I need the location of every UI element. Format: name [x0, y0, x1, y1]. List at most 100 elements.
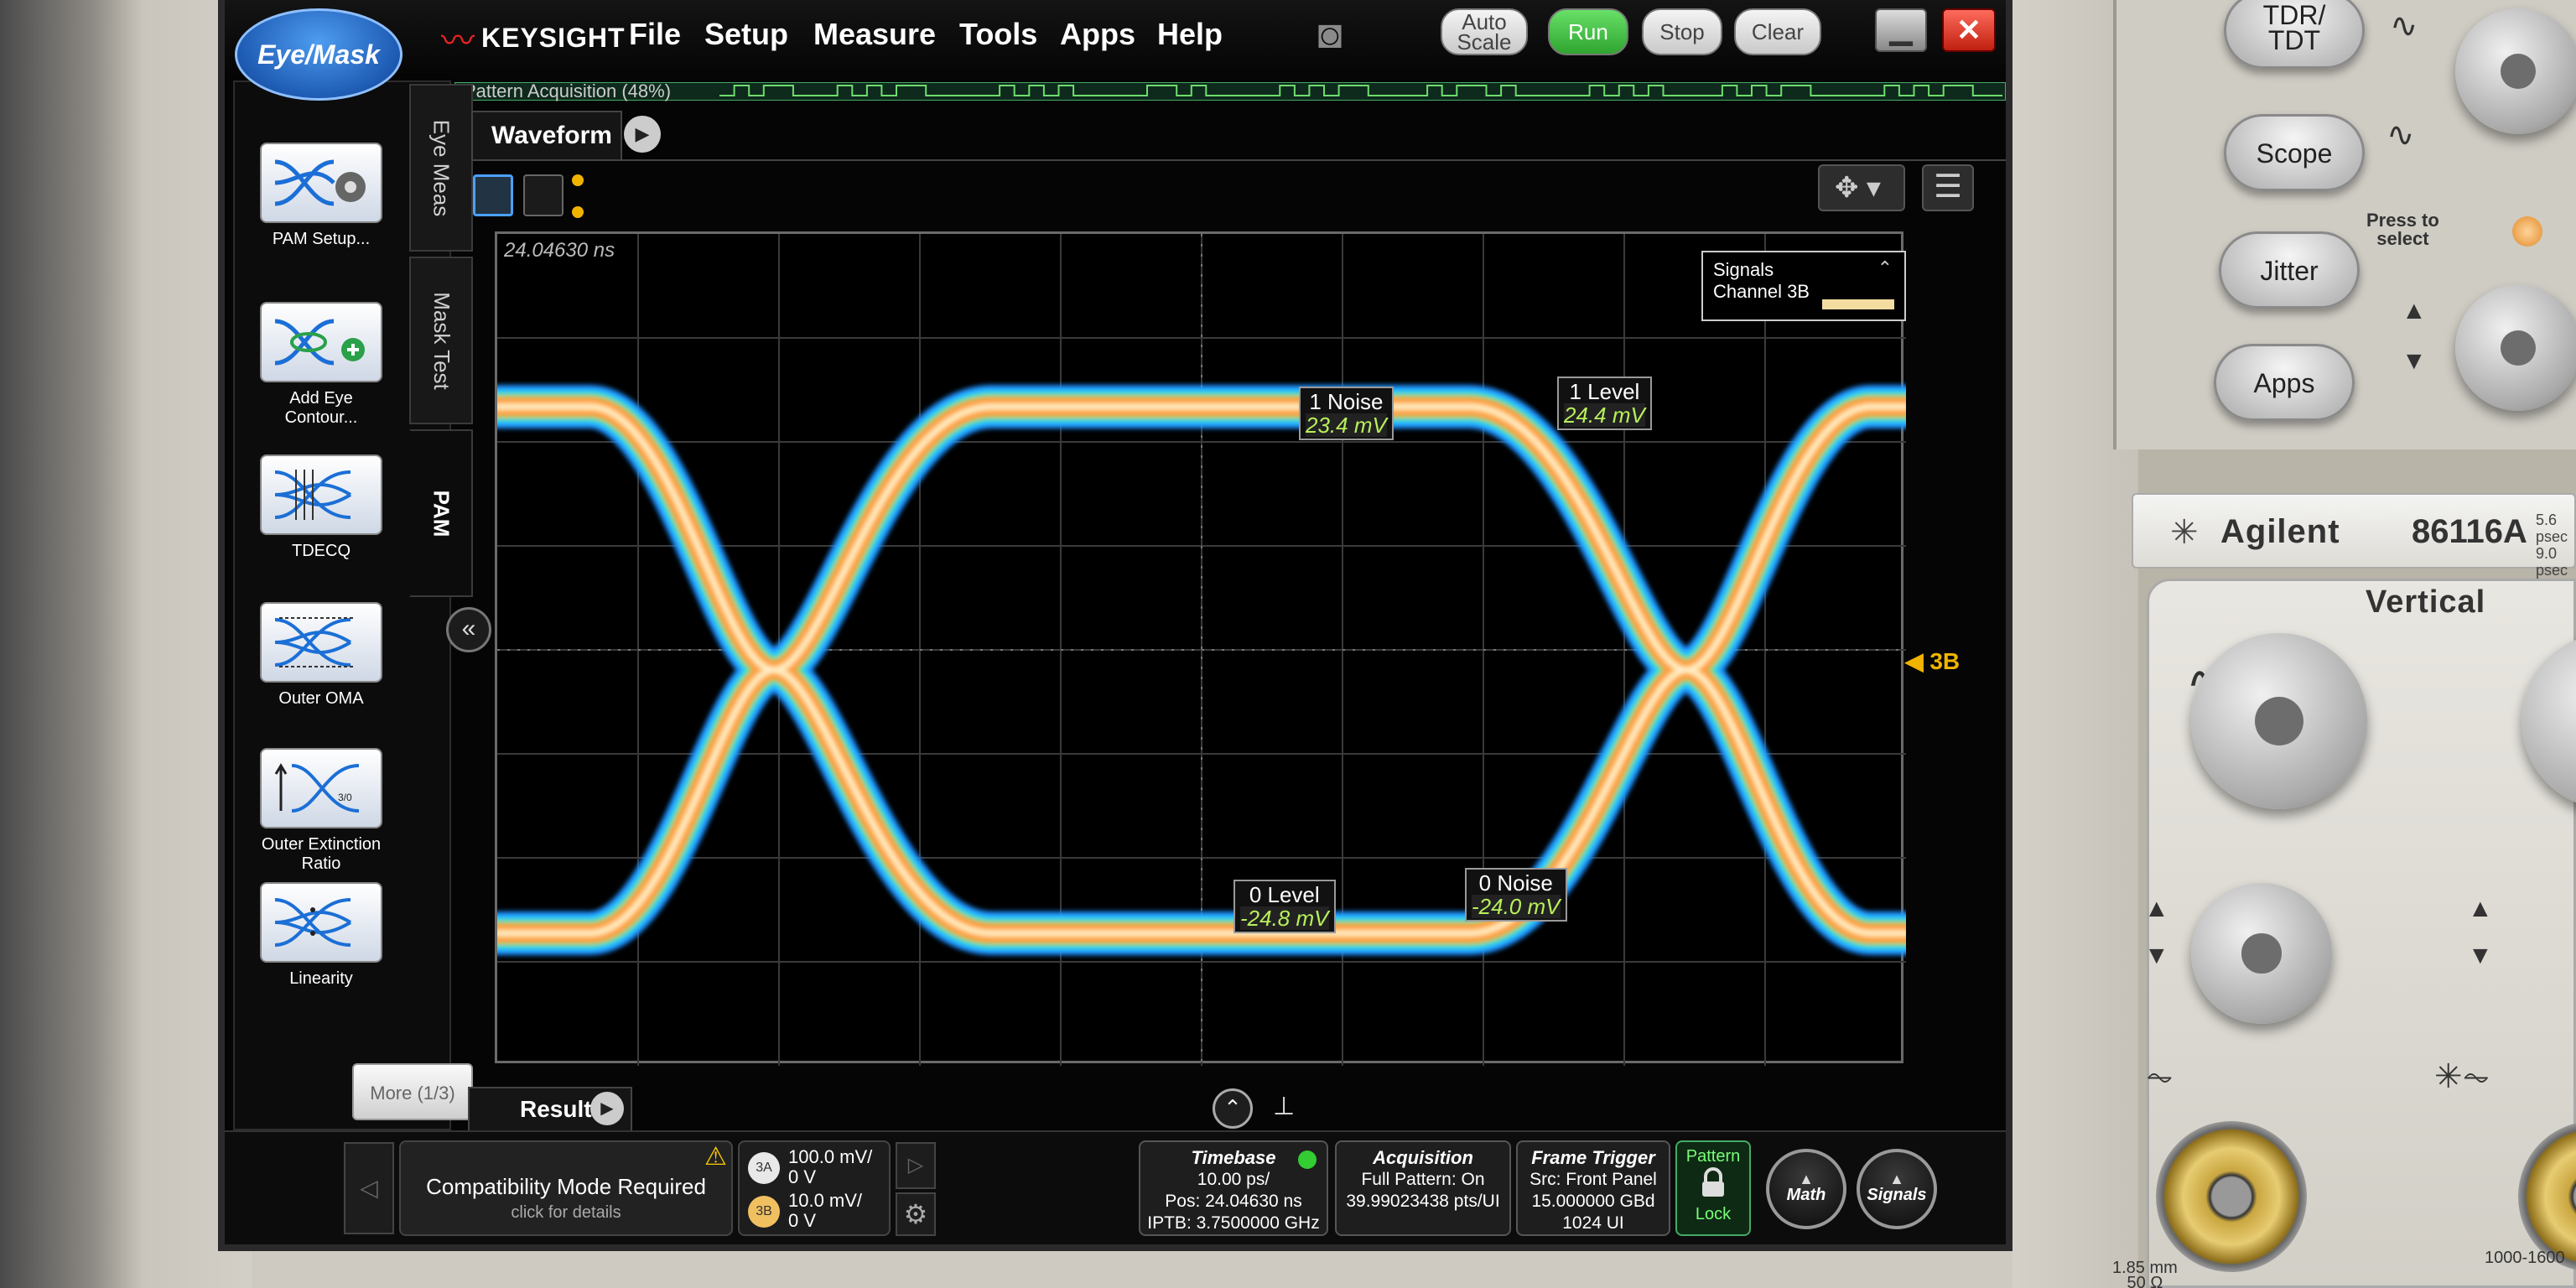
math-up-icon: ▲ — [1799, 1171, 1814, 1187]
waveform-tab-arrow-icon[interactable]: ▶ — [624, 116, 661, 153]
menu-setup[interactable]: Setup — [704, 17, 788, 52]
menu-apps[interactable]: Apps — [1060, 17, 1135, 52]
acquisition-pts-per-ui: 39.99023438 pts/UI — [1346, 1192, 1500, 1211]
outer-extinction-ratio-label: Outer Extinction Ratio — [261, 835, 382, 873]
vertical-offset-knob-1[interactable] — [2191, 883, 2332, 1024]
tdecq-icon — [260, 454, 382, 535]
tab-mask-test[interactable]: Mask Test — [409, 257, 473, 424]
menu-help[interactable]: Help — [1157, 17, 1223, 52]
channel-3b-offset: 0 V — [788, 1210, 817, 1231]
lock-icon — [1702, 1167, 1724, 1197]
multi-grid-layout-icon[interactable] — [523, 174, 564, 216]
channel-3a-badge: 3A — [748, 1152, 780, 1184]
status-forward-icon[interactable]: ▷ — [896, 1142, 936, 1189]
acquisition-full-pattern: Full Pattern: On — [1361, 1170, 1485, 1189]
vertical-scale-knob-2[interactable] — [2521, 633, 2576, 809]
tab-pam[interactable]: PAM — [409, 429, 473, 597]
frame-trigger-title: Frame Trigger — [1531, 1147, 1655, 1168]
press-to-select-label: Press to select — [2366, 210, 2439, 249]
signals-label: Signals — [1867, 1186, 1927, 1204]
status-back-icon[interactable]: ◁ — [344, 1142, 394, 1234]
settings-gear-icon[interactable]: ⚙ — [896, 1192, 936, 1236]
waveform-menu-icon[interactable]: ☰ — [1922, 164, 1974, 211]
pin-icon[interactable]: ⊥ — [1273, 1092, 1295, 1121]
horizontal-knob[interactable] — [2455, 8, 2576, 134]
timebase-box[interactable]: Timebase 10.00 ps/ Pos: 24.04630 ns IPTB… — [1139, 1140, 1328, 1236]
pattern-lock-box[interactable]: Pattern Lock — [1675, 1140, 1751, 1236]
auto-scale-button[interactable]: Auto Scale — [1441, 8, 1528, 55]
tab-mask-test-label: Mask Test — [428, 291, 454, 390]
brand-name: KEYSIGHT — [481, 22, 626, 53]
close-icon[interactable]: ✕ — [1942, 8, 1996, 52]
position-knob[interactable] — [2455, 285, 2576, 411]
channel-scale-box[interactable]: 3A 100.0 mV/0 V 3B 10.0 mV/0 V — [738, 1140, 891, 1236]
eye-contour-icon — [260, 302, 382, 382]
scope-hw-button[interactable]: Scope — [2224, 114, 2365, 191]
tdr-tdt-hw-button[interactable]: TDR/ TDT — [2224, 0, 2365, 69]
channel-3a-row[interactable]: 3A 100.0 mV/0 V — [748, 1147, 891, 1189]
signals-legend[interactable]: Signals Channel 3B ⌃ — [1701, 251, 1906, 321]
select-indicator-light — [2512, 216, 2542, 247]
timebase-iptb: IPTB: 3.7500000 GHz — [1147, 1213, 1320, 1233]
timestamp-readout: 24.04630 ns — [504, 239, 615, 262]
run-button[interactable]: Run — [1548, 8, 1628, 55]
apps-hw-button[interactable]: Apps — [2214, 344, 2355, 421]
one-noise-value: 23.4 mV — [1306, 413, 1387, 438]
layout-options-icon[interactable] — [569, 174, 587, 218]
tdecq-label: TDECQ — [292, 542, 351, 560]
clear-button[interactable]: Clear — [1734, 8, 1821, 55]
eye-mask-mode-button[interactable]: Eye/Mask — [235, 8, 402, 101]
menu-measure[interactable]: Measure — [813, 17, 936, 52]
pam-setup-button[interactable]: PAM Setup... — [258, 143, 384, 249]
module-spec-1: 5.6 psec — [2536, 512, 2568, 545]
menu-tools[interactable]: Tools — [959, 17, 1037, 52]
outer-extinction-ratio-button[interactable]: 3/0 Outer Extinction Ratio — [258, 748, 384, 874]
acquisition-box[interactable]: Acquisition Full Pattern: On 39.99023438… — [1335, 1140, 1511, 1236]
results-arrow-icon[interactable]: ▶ — [590, 1092, 624, 1125]
channel-3b-row[interactable]: 3B 10.0 mV/0 V — [748, 1191, 891, 1233]
channel-3b-marker[interactable]: ◀ 3B — [1905, 647, 1960, 675]
sine-wave-icon: ∿ — [2390, 8, 2418, 44]
results-expand-icon[interactable]: ⌃ — [1213, 1088, 1253, 1129]
down-arrow-icon: ▼ — [2402, 347, 2427, 375]
menu-file[interactable]: File — [629, 17, 681, 52]
outer-oma-button[interactable]: Outer OMA — [258, 602, 384, 709]
offset-down-icon-2: ▼ — [2468, 942, 2493, 969]
collapse-panel-icon[interactable]: « — [446, 607, 491, 652]
offset-up-icon: ▲ — [2144, 895, 2169, 922]
tab-eye-meas[interactable]: Eye Meas — [409, 84, 473, 252]
more-button[interactable]: More (1/3) — [352, 1063, 473, 1120]
channel-3a-scale: 100.0 mV/ — [788, 1146, 873, 1167]
move-tool-icon[interactable]: ✥ ▾ — [1818, 164, 1905, 211]
vertical-scale-knob-1[interactable] — [2191, 633, 2367, 809]
tdecq-button[interactable]: TDECQ — [258, 454, 384, 561]
one-noise-label: 1 Noise 23.4 mV — [1299, 387, 1394, 440]
linearity-button[interactable]: Linearity — [258, 882, 384, 989]
channel-1-input-connector[interactable] — [2156, 1121, 2307, 1272]
pam-setup-icon — [260, 143, 382, 223]
compatibility-subtitle: click for details — [511, 1203, 621, 1222]
top-menu-bar: 〰 KEYSIGHT File Setup Measure Tools Apps… — [225, 0, 2006, 75]
signals-button[interactable]: ▲ Signals — [1857, 1149, 1937, 1229]
frame-trigger-source: Src: Front Panel — [1530, 1170, 1657, 1189]
waveform-header-divider — [471, 159, 2006, 161]
add-eye-contour-button[interactable]: Add Eye Contour... — [258, 302, 384, 428]
stop-button[interactable]: Stop — [1642, 8, 1722, 55]
frame-trigger-box[interactable]: Frame Trigger Src: Front Panel 15.000000… — [1516, 1140, 1670, 1236]
minimize-icon[interactable]: ▁ — [1875, 8, 1927, 52]
jitter-hw-button[interactable]: Jitter — [2219, 231, 2360, 309]
screenshot-camera-icon[interactable]: ◙ — [1303, 12, 1357, 59]
tab-pam-label: PAM — [428, 490, 454, 537]
one-level-title: 1 Level — [1569, 379, 1640, 404]
waveform-graticule[interactable]: 24.04630 ns Signals Channel 3B ⌃ 1 Noise… — [495, 231, 1906, 1066]
waveform-tab[interactable]: Waveform — [471, 111, 622, 161]
legend-collapse-icon[interactable]: ⌃ — [1877, 257, 1893, 279]
outer-oma-label: Outer OMA — [278, 689, 364, 708]
channel-3a-offset: 0 V — [788, 1166, 817, 1187]
module-model: 86116A — [2412, 513, 2527, 550]
linearity-label: Linearity — [289, 969, 353, 988]
compatibility-mode-notice[interactable]: Compatibility Mode Required click for de… — [399, 1140, 733, 1236]
single-grid-layout-icon[interactable] — [473, 174, 513, 216]
math-button[interactable]: ▲ Math — [1766, 1149, 1846, 1229]
zero-level-title: 0 Level — [1249, 882, 1320, 907]
